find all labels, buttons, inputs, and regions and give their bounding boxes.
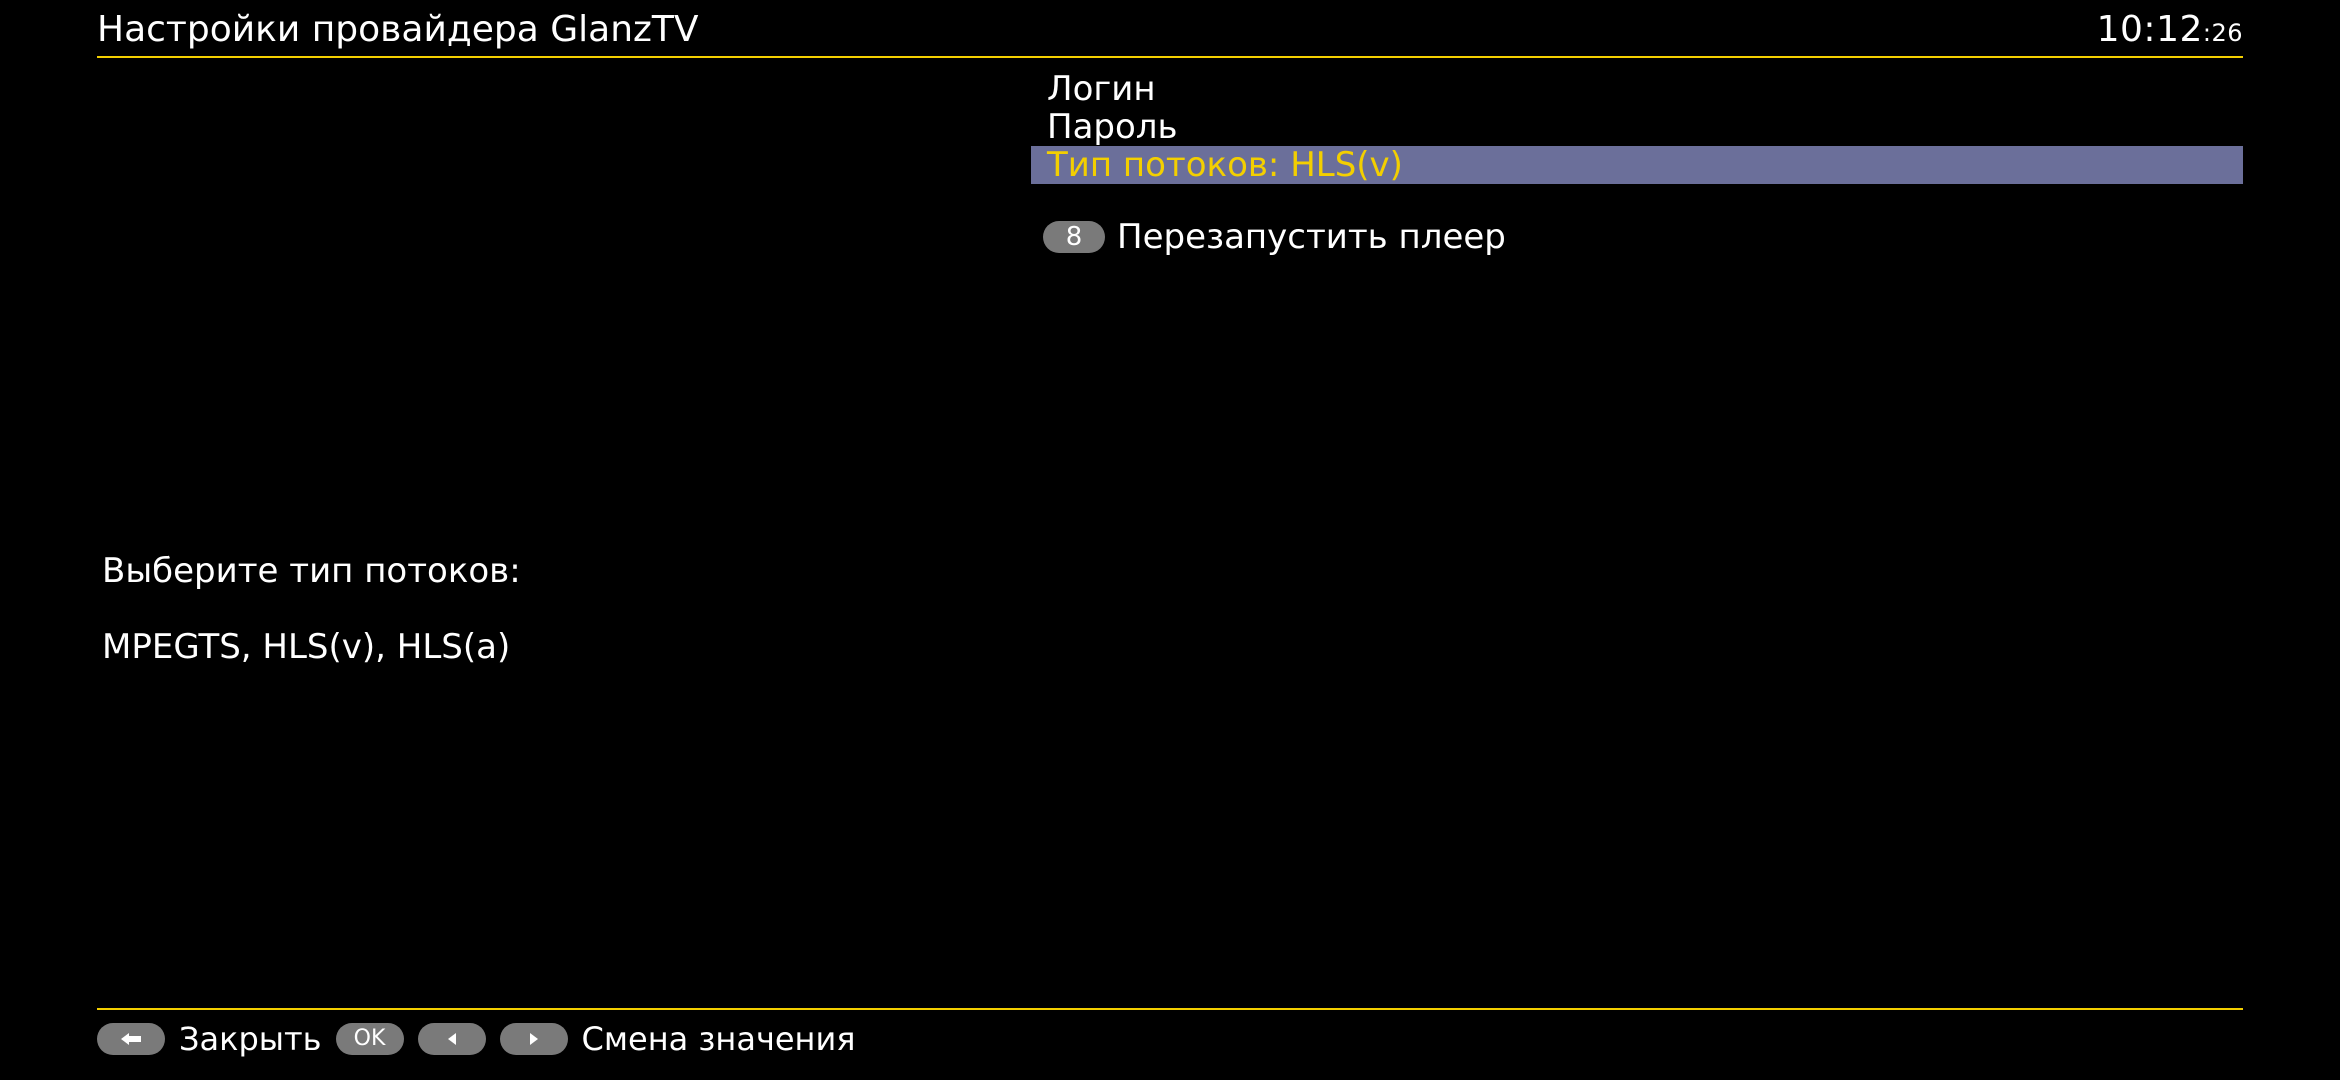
hint-line2: MPEGTS, HLS(v), HLS(a)	[102, 628, 521, 666]
restart-player-row[interactable]: 8 Перезапустить плеер	[1035, 218, 2243, 256]
menu-item-login[interactable]: Логин	[1035, 70, 2243, 108]
restart-player-badge: 8	[1043, 221, 1105, 253]
clock-main: 10:12	[2097, 9, 2203, 50]
clock: 10:12:26	[2097, 10, 2243, 50]
restart-player-label: Перезапустить плеер	[1117, 218, 1506, 256]
ok-button[interactable]: OK	[336, 1023, 404, 1055]
back-icon[interactable]	[97, 1023, 165, 1055]
left-arrow-icon[interactable]	[418, 1023, 486, 1055]
close-label: Закрыть	[179, 1020, 322, 1058]
clock-seconds: :26	[2203, 19, 2243, 47]
right-arrow-icon[interactable]	[500, 1023, 568, 1055]
footer-bar: Закрыть OK Смена значения	[97, 1008, 2243, 1058]
hint-text: Выберите тип потоков: MPEGTS, HLS(v), HL…	[102, 514, 521, 704]
menu-item-stream-type[interactable]: Тип потоков: HLS(v)	[1031, 146, 2243, 184]
menu-item-stream-type-value: HLS(v)	[1290, 145, 1403, 185]
settings-menu: Логин Пароль Тип потоков: HLS(v) 8 Перез…	[1035, 70, 2243, 256]
hint-line1: Выберите тип потоков:	[102, 552, 521, 590]
menu-item-password[interactable]: Пароль	[1035, 108, 2243, 146]
change-value-label: Смена значения	[582, 1020, 856, 1058]
page-title: Настройки провайдера GlanzTV	[97, 10, 699, 50]
menu-item-stream-type-prefix: Тип потоков:	[1047, 145, 1290, 185]
